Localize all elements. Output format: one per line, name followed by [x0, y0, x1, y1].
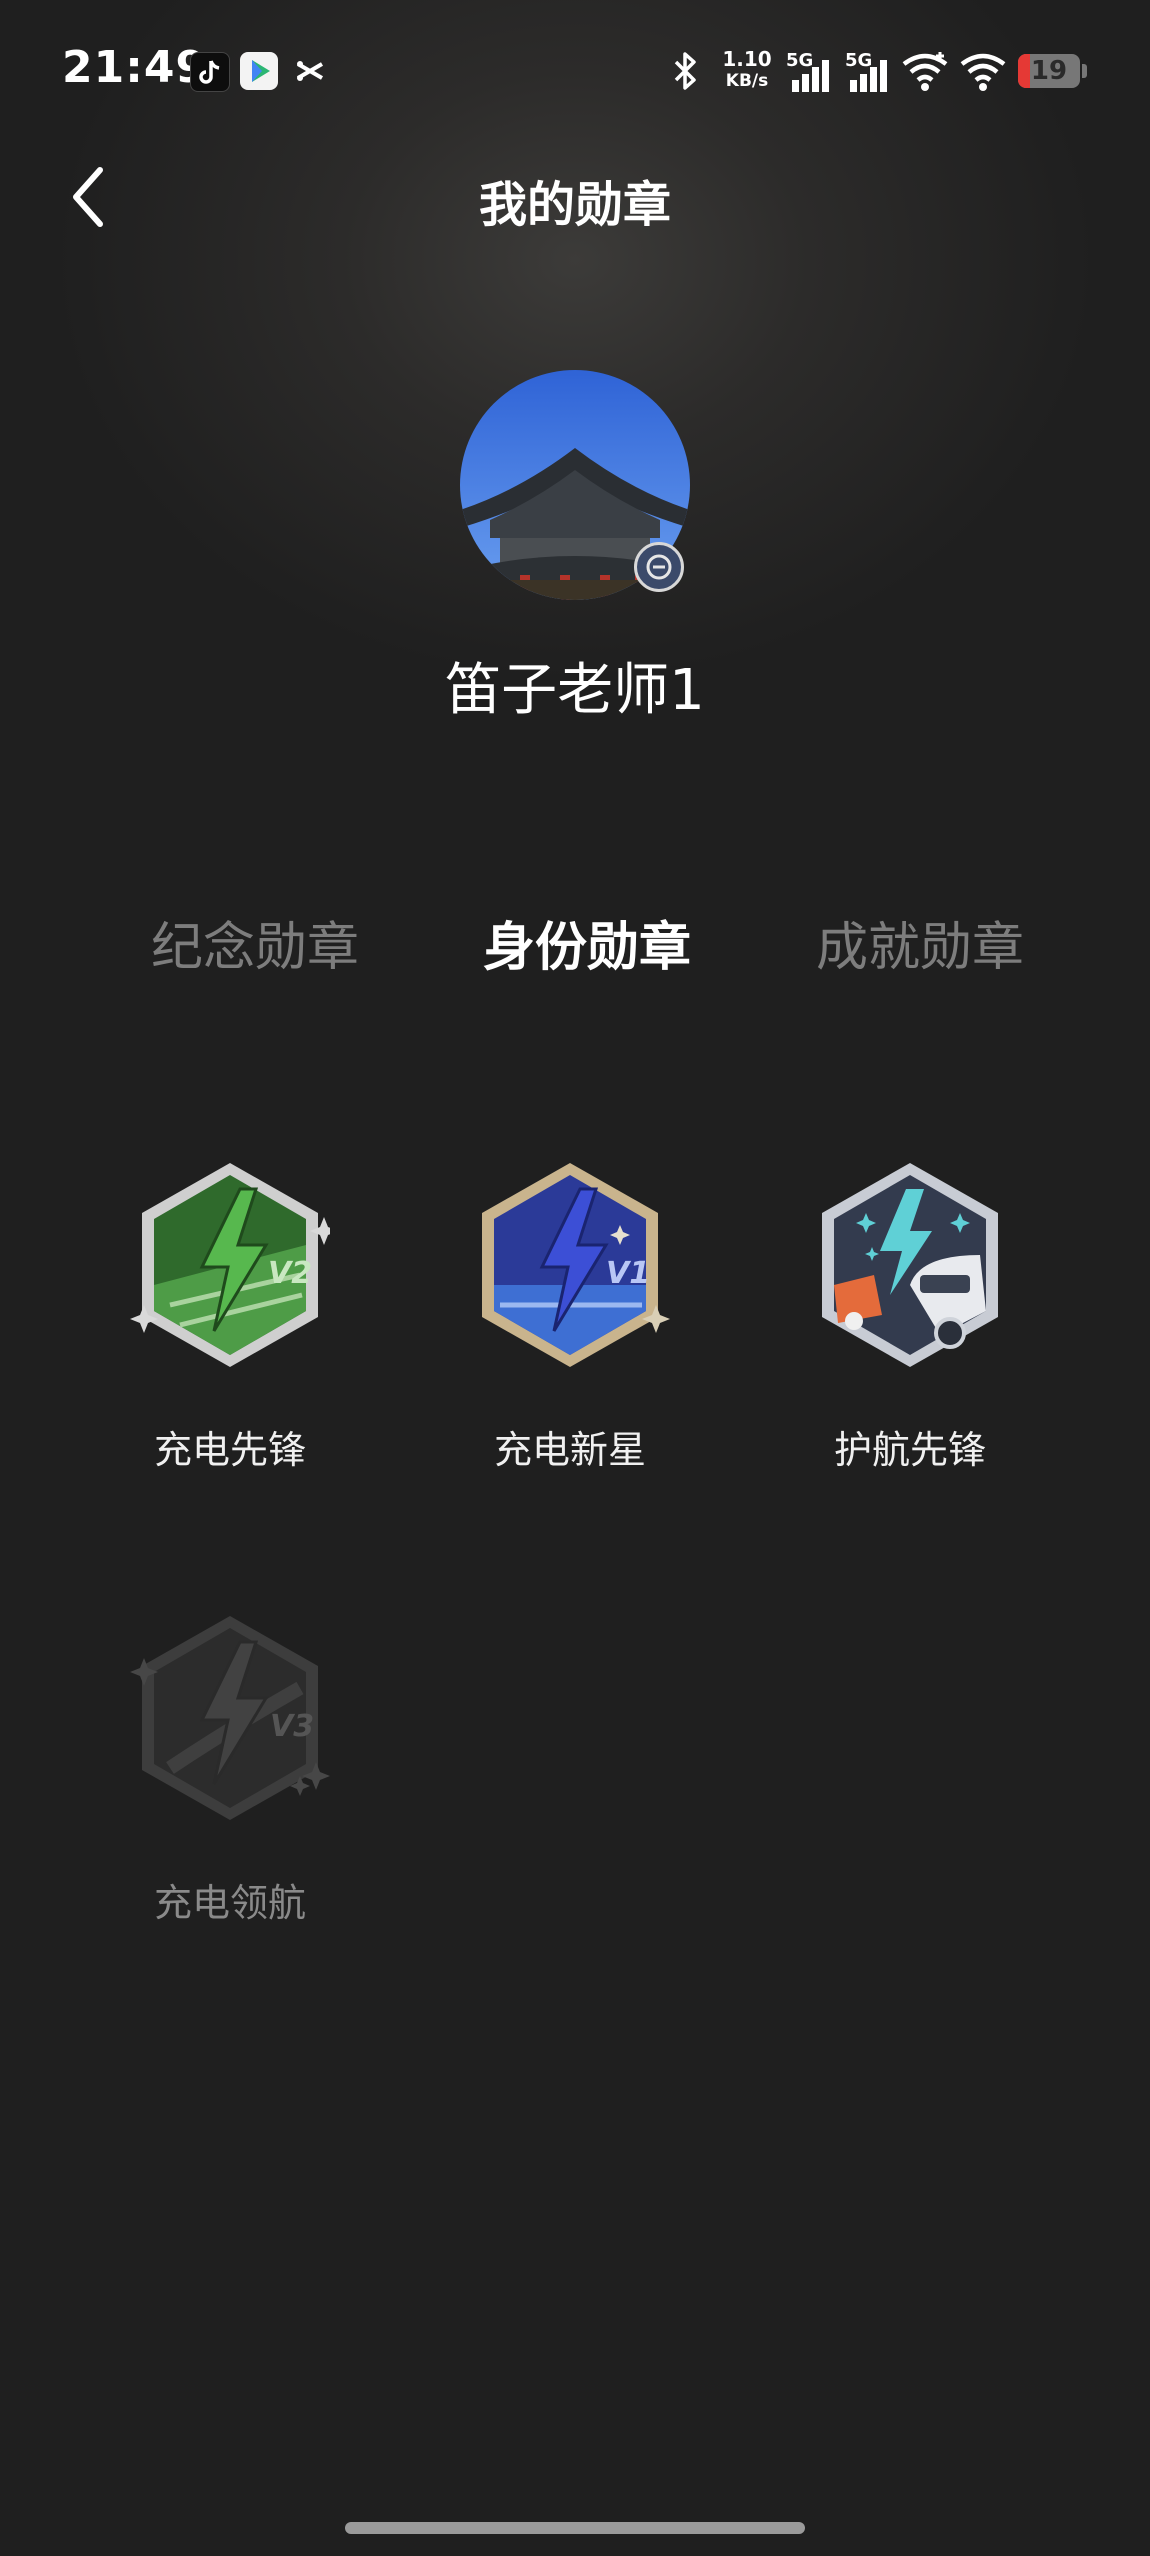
- wifi-icon: [900, 50, 950, 96]
- badge-tier: V1: [606, 1256, 650, 1291]
- scissors-icon: [292, 52, 330, 90]
- home-indicator[interactable]: [345, 2522, 805, 2534]
- badge-label: 充电领航: [153, 1881, 306, 1925]
- tiktok-icon: [190, 52, 230, 92]
- lightning-badge-icon: V3: [130, 1616, 330, 1820]
- battery-tip: [1082, 64, 1087, 78]
- video-play-icon: [240, 52, 278, 90]
- user-name: 笛子老师1: [445, 658, 705, 723]
- signal-icon: [790, 58, 834, 96]
- escort-car-badge-icon: [822, 1163, 998, 1367]
- badge-tier: V3: [270, 1709, 314, 1744]
- badge-label: 护航先锋: [833, 1428, 986, 1472]
- network-speed-unit: KB/s: [725, 71, 769, 91]
- tab-identity[interactable]: 身份勋章: [462, 905, 712, 980]
- status-bar: 21:49 1.10 KB/s 5G 5G 19: [0, 0, 1150, 140]
- tab-achievement[interactable]: 成就勋章: [795, 905, 1045, 980]
- lightning-badge-icon: V1: [482, 1163, 670, 1367]
- badge-tier: V2: [268, 1256, 312, 1291]
- verified-badge-icon: [634, 542, 684, 592]
- signal-icon: [848, 58, 892, 96]
- wifi-icon: [958, 50, 1008, 96]
- badge-item[interactable]: V1 充电新星: [455, 1155, 685, 1474]
- lightning-badge-icon: V2: [130, 1163, 330, 1367]
- network-speed: 1.10 KB/s: [722, 48, 772, 92]
- bluetooth-icon: [668, 50, 702, 96]
- status-time: 21:49: [62, 42, 208, 93]
- tab-commemorative[interactable]: 纪念勋章: [130, 905, 380, 980]
- badge-item[interactable]: V2 充电先锋: [115, 1155, 345, 1474]
- battery-icon: 19: [1018, 54, 1080, 88]
- badge-label: 充电新星: [493, 1428, 646, 1472]
- badge-item[interactable]: V3 充电领航: [115, 1608, 345, 1927]
- battery-level: 19: [1030, 56, 1068, 86]
- badge-label: 充电先锋: [153, 1428, 306, 1472]
- page-title: 我的勋章: [478, 177, 671, 233]
- badge-item[interactable]: 护航先锋: [795, 1155, 1025, 1474]
- network-speed-value: 1.10: [722, 47, 772, 71]
